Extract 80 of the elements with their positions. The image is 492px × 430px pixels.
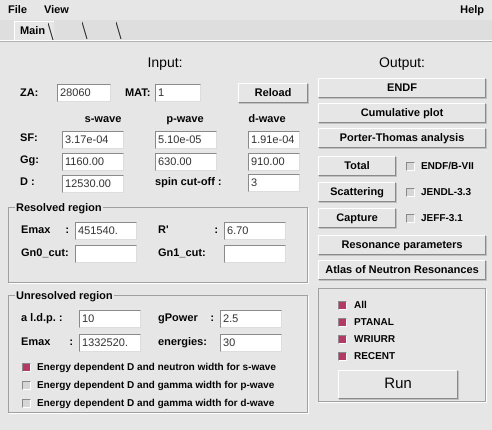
input-field[interactable]: 3 [248,174,300,192]
colon-label: : [210,311,214,326]
field-label: Emax [21,335,50,350]
checkbox-label: PTANAL [354,316,394,330]
input-field[interactable]: 3.17e-04 [62,130,124,148]
column-header: s-wave [84,112,122,126]
checkbox[interactable] [338,318,347,327]
checkbox[interactable] [22,363,31,372]
input-field[interactable]: 910.00 [248,152,300,170]
input-field[interactable]: 630.00 [155,152,217,170]
input-field[interactable]: 1332520. [79,334,141,352]
action-button[interactable]: Capture [318,208,396,228]
field-label: SF: [20,131,39,146]
section-heading: Input: [147,53,183,72]
field-label: spin cut-off : [155,175,223,190]
field-label: D : [20,175,36,190]
column-header: p-wave [165,112,205,126]
input-field[interactable]: 451540. [75,222,137,240]
tab-edge-icon [82,21,88,40]
run-button[interactable]: Run [338,370,458,399]
checkbox-label: JENDL-3.3 [421,186,472,200]
input-field[interactable]: 1.91e-04 [248,130,300,148]
checkbox-label: JEFF-3.1 [421,212,463,226]
colon-label: : [69,335,73,350]
checkbox-label: Energy dependent D and gamma width for d-wave [37,397,274,411]
action-button[interactable]: ENDF [318,78,486,98]
group-title: Resolved region [15,200,103,216]
colon-label: : [214,223,218,238]
input-field[interactable]: 12530.00 [62,174,124,192]
field-label: energies: [158,335,207,350]
action-button[interactable]: Cumulative plot [318,103,486,123]
colon-label: : [65,223,69,238]
input-field[interactable]: 1 [155,84,201,102]
input-field[interactable]: 10 [79,310,141,328]
checkbox[interactable] [338,335,347,344]
field-label: MAT: [125,86,152,101]
reload-button[interactable]: Reload [238,83,308,103]
action-button[interactable]: Porter-Thomas analysis [318,128,486,148]
menu-item[interactable]: File [8,2,27,18]
group-title: Unresolved region [15,288,114,304]
checkbox[interactable] [338,352,347,361]
field-label: gPower [158,311,198,326]
checkbox[interactable] [22,381,31,390]
checkbox-label: All [354,299,367,313]
field-label: Gn1_cut: [158,246,206,262]
action-button[interactable]: Atlas of Neutron Resonances [318,260,486,280]
tab-edge-icon [116,21,122,40]
column-header: d-wave [247,112,287,126]
field-label: Gg: [20,153,40,168]
input-field[interactable]: 28060 [57,84,111,102]
action-button[interactable]: Scattering [318,182,396,202]
action-button[interactable]: Resonance parameters [318,235,486,255]
checkbox[interactable] [338,301,347,310]
checkbox-label: ENDF/B-VII [421,160,474,174]
input-field[interactable]: 30 [220,334,282,352]
menu-item[interactable]: View [44,2,69,18]
field-label: ZA: [20,86,40,101]
field-label: a l.d.p. : [21,311,63,326]
input-field[interactable]: 2.5 [220,310,282,328]
checkbox-label: RECENT [354,350,396,364]
input-field[interactable]: 5.10e-05 [155,130,217,148]
input-field[interactable]: 1160.00 [62,152,124,170]
tab[interactable]: Main [14,21,54,40]
checkbox[interactable] [22,399,31,408]
input-field[interactable] [224,244,286,262]
checkbox[interactable] [406,188,415,196]
tab-edge-icon [48,22,54,41]
section-heading: Output: [379,53,425,72]
checkbox-label: Energy dependent D and neutron width for s-wave [37,361,276,375]
checkbox[interactable] [406,162,415,170]
checkbox-label: WRIURR [354,333,396,347]
field-label: Gn0_cut: [21,246,69,262]
action-button[interactable]: Total [318,156,396,176]
field-label: Emax [21,223,50,238]
input-field[interactable]: 6.70 [224,222,286,240]
checkbox[interactable] [406,214,415,222]
checkbox-label: Energy dependent D and gamma width for p-wave [37,379,274,393]
field-label: R' [158,223,169,238]
menu-item[interactable]: Help [460,2,484,18]
input-field[interactable] [75,244,137,262]
